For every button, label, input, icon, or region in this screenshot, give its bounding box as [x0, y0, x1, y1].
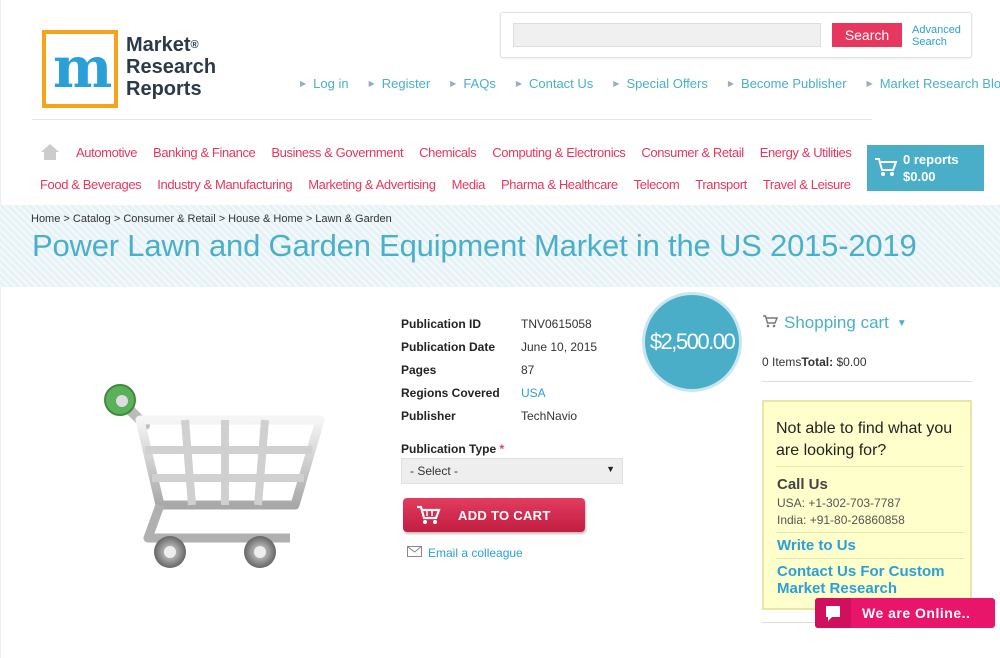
category-automotive[interactable]: Automotive	[76, 145, 137, 160]
category-nav-row1: Automotive Banking & Finance Business & …	[76, 145, 852, 160]
category-business-government[interactable]: Business & Government	[271, 145, 403, 160]
category-industry-manufacturing[interactable]: Industry & Manufacturing	[157, 177, 292, 192]
detail-row: Publication Date June 10, 2015	[401, 339, 598, 354]
email-colleague-link[interactable]: Email a colleague	[407, 546, 523, 560]
write-to-us-link[interactable]: Write to Us	[777, 537, 967, 554]
arrow-icon: ▶	[300, 79, 307, 88]
breadcrumb[interactable]: Home > Catalog > Consumer & Retail > Hou…	[31, 213, 392, 225]
toplink-special-offers[interactable]: ▶ Special Offers	[613, 76, 708, 91]
add-to-cart-button[interactable]: ADD TO CART	[403, 498, 585, 532]
logo-text: Market® Research Reports	[126, 34, 217, 100]
category-banking-finance[interactable]: Banking & Finance	[153, 145, 256, 160]
custom-research-link[interactable]: Contact Us For Custom Market Research	[777, 563, 967, 597]
top-links: ▶ Log in ▶ Register ▶ FAQs ▶ Contact Us ▶ Spe…	[300, 76, 1000, 91]
divider	[776, 532, 964, 533]
category-media[interactable]: Media	[452, 177, 486, 192]
category-pharma-healthcare[interactable]: Pharma & Healthcare	[501, 177, 618, 192]
arrow-icon: ▶	[727, 79, 735, 88]
help-box: Not able to find what you are looking fo…	[762, 400, 972, 610]
search-box: Search Advanced Search	[500, 12, 972, 58]
phone-india: India: +91-80-26860858	[777, 513, 905, 527]
detail-row: Pages 87	[401, 362, 535, 377]
divider	[776, 466, 964, 467]
divider	[32, 119, 872, 120]
divider	[776, 558, 964, 559]
chevron-down-icon: ▼	[896, 317, 907, 329]
toplink-become-publisher[interactable]: ▶ Become Publisher	[728, 76, 847, 91]
detail-row: Publication ID TNV0615058	[401, 316, 592, 331]
header-cart-reports: 0 reports	[903, 152, 959, 167]
logo-mark: m	[42, 30, 118, 108]
price-badge: $2,500.00	[642, 292, 742, 392]
category-travel-leisure[interactable]: Travel & Leisure	[763, 177, 851, 192]
category-chemicals[interactable]: Chemicals	[419, 145, 476, 160]
cart-icon	[762, 313, 779, 333]
site-logo[interactable]: m Market® Research Reports	[42, 30, 232, 112]
chevron-down-icon: ▼	[606, 464, 615, 474]
toplink-login[interactable]: ▶ Log in	[300, 76, 349, 91]
category-food-beverages[interactable]: Food & Beverages	[40, 177, 142, 192]
detail-row: Publisher TechNavio	[401, 408, 578, 423]
toplink-register[interactable]: ▶ Register	[369, 76, 431, 91]
home-icon[interactable]	[40, 143, 60, 161]
shopping-cart-summary: 0 ItemsTotal: $0.00	[762, 355, 867, 369]
category-energy-utilities[interactable]: Energy & Utilities	[760, 145, 852, 160]
envelope-icon	[407, 546, 422, 560]
publication-details: Publication ID TNV0615058 Publication Dat…	[401, 312, 597, 427]
help-question: Not able to find what you are looking fo…	[776, 420, 953, 459]
advanced-search-link[interactable]: Advanced Search	[912, 24, 961, 48]
category-nav-row2: Food & Beverages Industry & Manufacturin…	[40, 177, 851, 192]
page-border	[0, 0, 1, 658]
shopping-cart-title[interactable]: Shopping cart ▼	[762, 313, 907, 333]
detail-row: Regions Covered USA	[401, 385, 546, 400]
toplink-contact[interactable]: ▶ Contact Us	[516, 76, 593, 91]
divider	[762, 381, 972, 382]
header-cart-button[interactable]: 0 reports $0.00	[867, 145, 984, 191]
arrow-icon: ▶	[450, 79, 457, 88]
publication-type-select[interactable]: - Select - ▼	[401, 458, 623, 484]
arrow-icon: ▶	[613, 79, 620, 88]
category-computing-electronics[interactable]: Computing & Electronics	[492, 145, 626, 160]
category-marketing-advertising[interactable]: Marketing & Advertising	[308, 177, 436, 192]
phone-usa: USA: +1-302-703-7787	[777, 496, 901, 510]
header-cart-total: $0.00	[903, 169, 936, 184]
call-us-heading: Call Us	[777, 476, 828, 493]
category-consumer-retail[interactable]: Consumer & Retail	[641, 145, 744, 160]
search-input[interactable]	[513, 23, 821, 47]
search-button[interactable]: Search	[832, 23, 902, 47]
publication-type-label: Publication Type *	[401, 442, 505, 456]
chat-icon	[815, 598, 851, 628]
toplink-blog[interactable]: ▶ Market Research Blog	[867, 76, 1000, 91]
arrow-icon: ▶	[515, 79, 522, 88]
arrow-icon: ▶	[368, 79, 375, 88]
cart-icon	[415, 504, 441, 529]
toplink-faqs[interactable]: ▶ FAQs	[450, 76, 496, 91]
category-telecom[interactable]: Telecom	[634, 177, 680, 192]
category-transport[interactable]: Transport	[695, 177, 747, 192]
region-link[interactable]: USA	[521, 386, 546, 400]
product-cart-image	[100, 380, 330, 580]
page-title: Power Lawn and Garden Equipment Market i…	[32, 228, 917, 263]
live-chat-button[interactable]: We are Online..	[815, 598, 995, 628]
cart-icon	[874, 157, 898, 182]
arrow-icon: ▶	[866, 79, 873, 88]
